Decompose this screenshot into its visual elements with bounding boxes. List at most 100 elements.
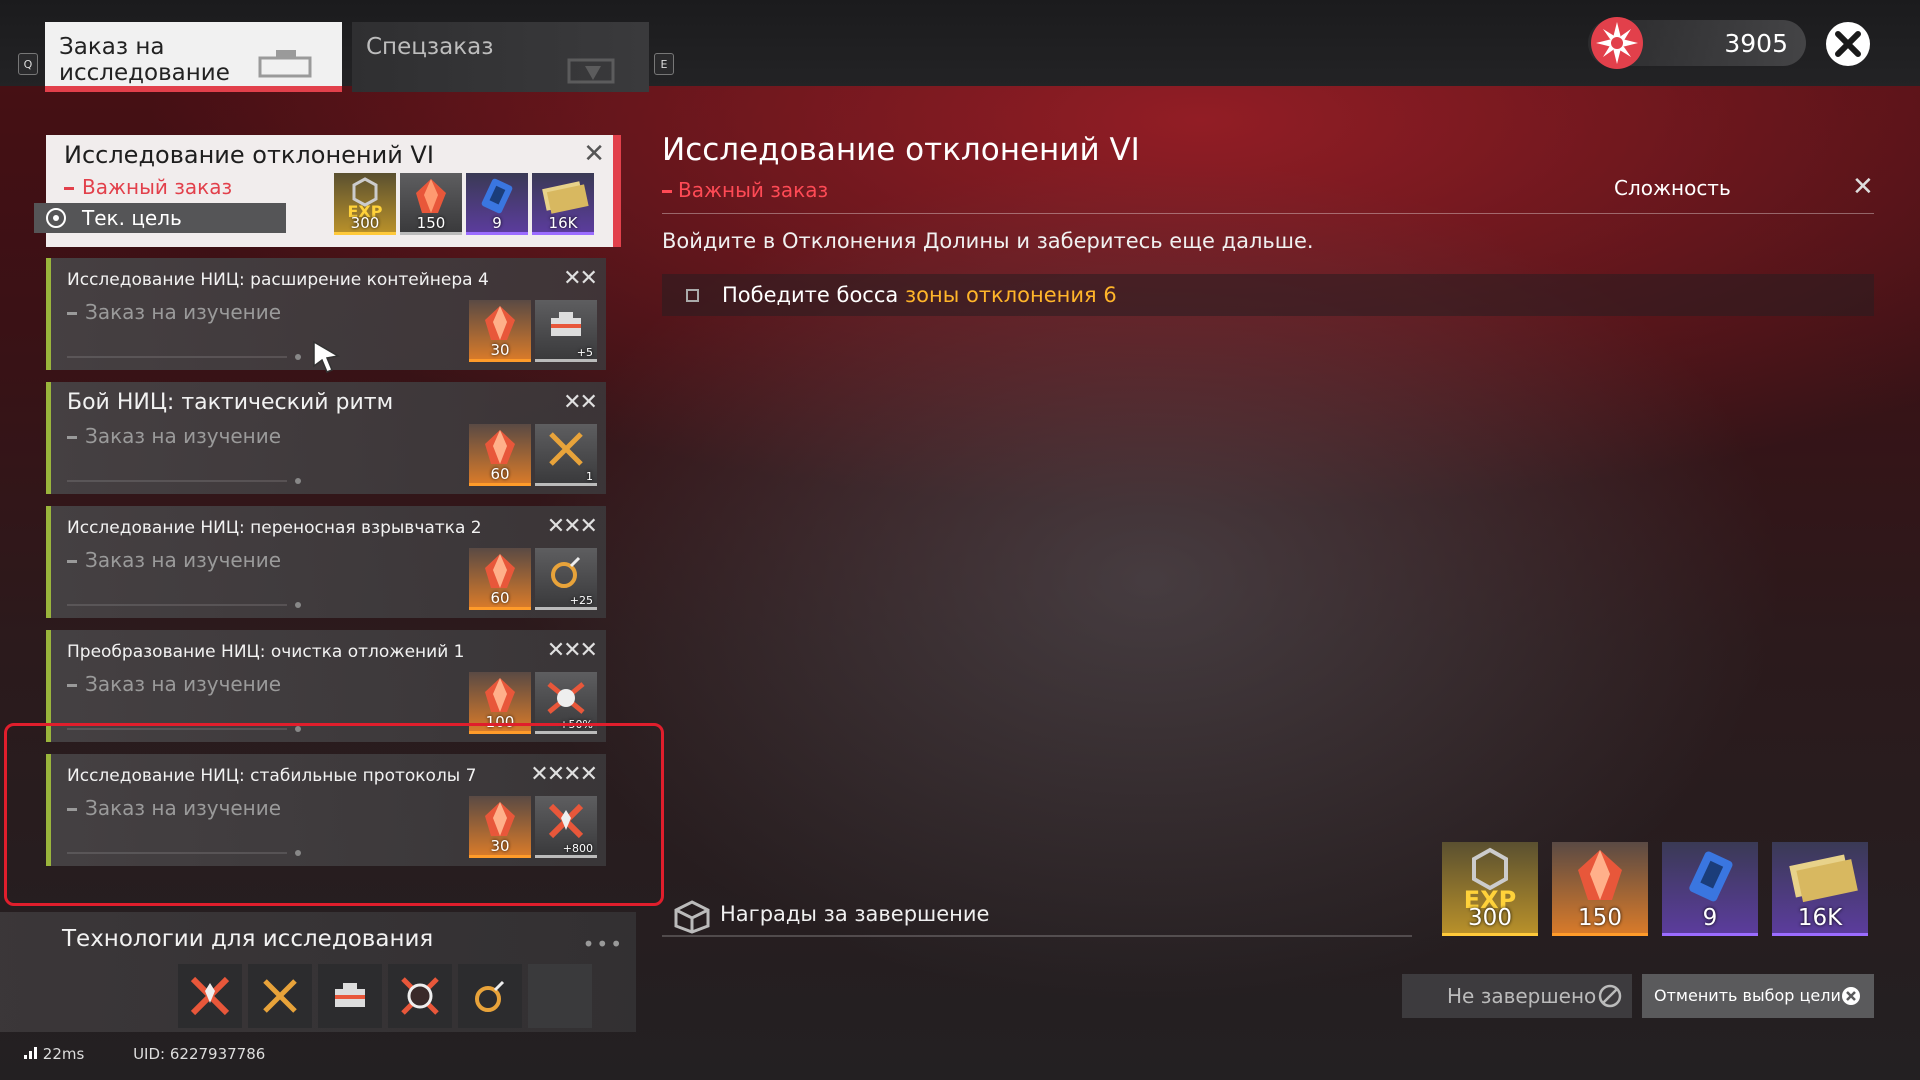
- more-icon[interactable]: •••: [583, 932, 624, 956]
- objective-checkbox: [686, 289, 699, 302]
- reward-tech[interactable]: 1: [535, 424, 597, 486]
- crystal-icon: [416, 179, 446, 213]
- detail-type: Важный заказ: [662, 178, 828, 202]
- crystal-icon: [485, 430, 515, 464]
- objective-text: Победите босса: [722, 283, 899, 307]
- difficulty-label: Сложность: [1614, 176, 1731, 200]
- container-icon: [335, 983, 365, 1007]
- divider: [662, 213, 1874, 214]
- reward-exp[interactable]: EXP 300: [1442, 842, 1538, 936]
- tech-item[interactable]: [388, 964, 452, 1028]
- gear-flower-icon: [1591, 17, 1643, 69]
- reward-crystal[interactable]: 150: [1552, 842, 1648, 936]
- quest-type: Заказ на изучение: [67, 300, 281, 324]
- tab-special-order[interactable]: Спецзаказ: [352, 22, 649, 92]
- empty-slot: [528, 964, 592, 1028]
- tab-decoration-icon: [258, 50, 312, 78]
- reward-exp[interactable]: EXP 300: [334, 173, 396, 235]
- reward-qty: 60: [490, 589, 510, 607]
- reward-qty: +25: [569, 594, 593, 607]
- quest-title: Преобразование НИЦ: очистка отложений 1: [67, 642, 465, 662]
- ping-indicator: 22ms: [24, 1045, 111, 1063]
- quest-title: Бой НИЦ: тактический ритм: [67, 390, 394, 415]
- crystal-icon: [485, 306, 515, 340]
- divider: [295, 354, 301, 360]
- tech-item[interactable]: [458, 964, 522, 1028]
- swords-icon: [263, 979, 297, 1013]
- annotation-highlight-box: [4, 723, 664, 906]
- currency-display[interactable]: 3905: [1588, 17, 1806, 69]
- target-icon: [46, 208, 66, 228]
- money-icon: [542, 181, 589, 214]
- currency-value: 3905: [1724, 29, 1788, 58]
- reward-money[interactable]: 16K: [532, 173, 594, 235]
- close-icon: [1835, 31, 1861, 57]
- exp-icon: EXP: [348, 177, 383, 221]
- tab-label: Спецзаказ: [366, 34, 494, 60]
- reward-module[interactable]: 9: [466, 173, 528, 235]
- signal-icon: [24, 1047, 37, 1059]
- quest-title: Исследование НИЦ: переносная взрывчатка …: [67, 518, 482, 538]
- reward-qty: +5: [576, 346, 593, 359]
- reward-qty: 150: [416, 214, 446, 232]
- rewards-label: Награды за завершение: [720, 902, 990, 926]
- quest-card[interactable]: Исследование НИЦ: переносная взрывчатка …: [46, 506, 606, 618]
- purify-icon: [401, 977, 439, 1015]
- reward-qty: 16K: [1797, 905, 1843, 931]
- bomb-icon: [551, 556, 581, 588]
- divider: [295, 602, 301, 608]
- detail-description: Войдите в Отклонения Долины и заберитесь…: [662, 229, 1314, 253]
- tab-prev-key-hint: Q: [18, 53, 38, 75]
- cancel-target-label: Отменить выбор цели: [1654, 986, 1841, 1005]
- objective-highlight: зоны отклонения 6: [904, 283, 1117, 307]
- difficulty-rating: ✕✕: [563, 266, 598, 291]
- reward-crystal[interactable]: 30: [469, 300, 531, 362]
- reward-qty: 150: [1578, 905, 1622, 931]
- incomplete-label: Не завершено: [1447, 984, 1597, 1008]
- reward-qty: 1: [586, 470, 593, 483]
- quest-card-current[interactable]: Исследование отклонений VI Важный заказ …: [34, 135, 621, 247]
- reward-qty: 16K: [548, 214, 578, 232]
- crystal-icon: [485, 678, 515, 712]
- purify-icon: [547, 682, 585, 714]
- reward-crystal[interactable]: 150: [400, 173, 462, 235]
- ping-value: 22ms: [42, 1045, 85, 1063]
- mouse-cursor-icon: [313, 340, 341, 373]
- close-button[interactable]: [1826, 22, 1870, 66]
- quest-type: Важный заказ: [64, 175, 232, 199]
- reward-crystal[interactable]: 60: [469, 424, 531, 486]
- quest-type: Заказ на изучение: [67, 548, 281, 572]
- tab-decoration-icon: [567, 58, 615, 84]
- reward-qty: 300: [1468, 905, 1512, 931]
- quest-title: Исследование НИЦ: расширение контейнера …: [67, 270, 489, 290]
- reward-qty: 9: [1702, 905, 1718, 931]
- crystal-icon: [485, 554, 515, 588]
- tab-label: Заказ на исследование: [59, 34, 230, 86]
- untrack-icon[interactable]: ✕: [583, 139, 605, 169]
- quest-title: Исследование отклонений VI: [64, 141, 434, 169]
- reward-module[interactable]: 9: [1662, 842, 1758, 936]
- current-goal-label: Тек. цель: [82, 206, 182, 230]
- quest-card[interactable]: Бой НИЦ: тактический ритм Заказ на изуче…: [46, 382, 606, 494]
- tab-next-key-hint: E: [654, 53, 674, 75]
- container-icon: [551, 312, 581, 336]
- tech-item[interactable]: [178, 964, 242, 1028]
- tab-research-order[interactable]: Заказ на исследование: [45, 22, 342, 92]
- reward-qty: 9: [492, 214, 502, 232]
- tech-item[interactable]: [248, 964, 312, 1028]
- reward-crystal[interactable]: 60: [469, 548, 531, 610]
- bomb-icon: [475, 980, 505, 1012]
- reward-tech[interactable]: +25: [535, 548, 597, 610]
- status-bar: 22ms UID: 6227937786: [24, 1045, 287, 1063]
- objective-row: Победите босса зоны отклонения 6: [662, 274, 1874, 316]
- crystal-icon: [1578, 850, 1622, 900]
- tech-panel: Технологии для исследования •••: [0, 912, 636, 1032]
- tech-item[interactable]: [318, 964, 382, 1028]
- uid-label: UID: 6227937786: [133, 1045, 266, 1063]
- close-icon: [1842, 987, 1860, 1005]
- cancel-target-button[interactable]: Отменить выбор цели: [1642, 974, 1874, 1018]
- reward-tech[interactable]: +5: [535, 300, 597, 362]
- difficulty-rating: ✕✕✕: [546, 638, 598, 663]
- reward-money[interactable]: 16K: [1772, 842, 1868, 936]
- blocked-icon: [1598, 984, 1622, 1008]
